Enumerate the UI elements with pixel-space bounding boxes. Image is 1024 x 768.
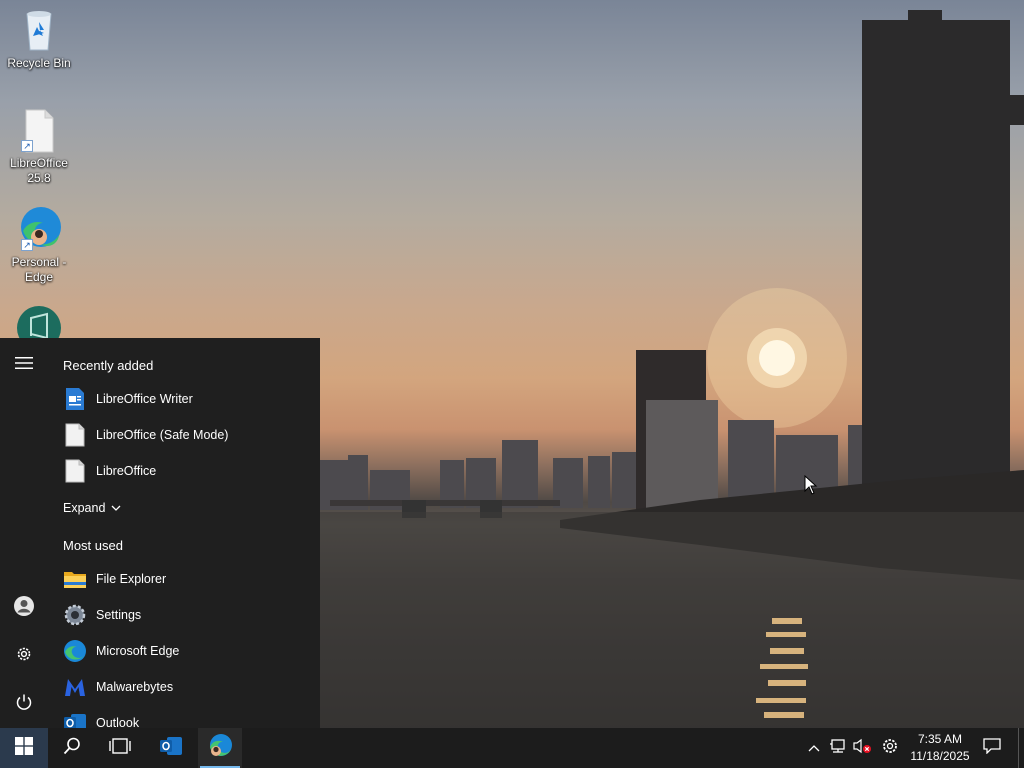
settings-gear-icon	[62, 602, 88, 628]
recently-added-heading: Recently added	[63, 358, 154, 373]
show-hidden-icons-button[interactable]	[804, 738, 824, 758]
clock-time: 7:35 AM	[917, 732, 963, 746]
app-label: Microsoft Edge	[96, 644, 180, 658]
app-libreoffice-writer[interactable]: LibreOffice Writer	[48, 381, 320, 417]
clock-date: 11/18/2025	[910, 749, 970, 763]
windows-start-icon	[15, 736, 33, 760]
desktop-icon-recycle-bin[interactable]: Recycle Bin	[4, 6, 74, 71]
desktop-icon-label: Personal - Edge	[11, 255, 67, 284]
tray-settings-button[interactable]	[880, 738, 900, 758]
desktop-icon-label: Recycle Bin	[7, 56, 71, 70]
app-label: LibreOffice	[96, 464, 157, 478]
notification-icon	[983, 737, 1001, 759]
network-icon	[829, 738, 847, 759]
taskbar-edge-profile-button[interactable]	[198, 728, 242, 768]
mouse-cursor-icon	[804, 474, 818, 500]
taskbar-outlook-button[interactable]	[148, 728, 194, 768]
clock[interactable]: 7:35 AM 11/18/2025	[904, 731, 976, 765]
user-account-icon	[13, 595, 35, 622]
app-libreoffice-safe-mode[interactable]: LibreOffice (Safe Mode)	[48, 417, 320, 453]
shortcut-arrow-icon: ↗	[21, 140, 33, 152]
app-file-explorer[interactable]: File Explorer	[48, 561, 320, 597]
expand-button[interactable]: Expand	[63, 498, 121, 518]
taskbar: 7:35 AM 11/18/2025	[0, 728, 1024, 768]
show-desktop-button[interactable]	[1018, 728, 1024, 768]
settings-gear-icon	[881, 737, 899, 760]
app-malwarebytes[interactable]: Malwarebytes	[48, 669, 320, 705]
desktop-icon-personal-edge[interactable]: ↗ Personal - Edge	[4, 205, 74, 285]
search-icon	[63, 737, 81, 760]
app-libreoffice[interactable]: LibreOffice	[48, 453, 320, 489]
most-used-heading: Most used	[63, 538, 123, 553]
edge-profile-icon: ↗	[15, 205, 63, 253]
desktop-icon-libreoffice[interactable]: ↗ LibreOffice 25.8	[4, 106, 74, 186]
chevron-down-icon	[111, 501, 121, 515]
start-menu-rail	[0, 338, 48, 728]
settings-button[interactable]	[0, 636, 48, 676]
libreoffice-file-icon: ↗	[15, 106, 63, 154]
app-settings[interactable]: Settings	[48, 597, 320, 633]
libreoffice-writer-icon	[62, 386, 88, 412]
outlook-icon	[62, 710, 88, 728]
action-center-button[interactable]	[982, 737, 1002, 759]
app-label: Settings	[96, 608, 142, 622]
user-account-button[interactable]	[0, 588, 48, 628]
start-button[interactable]	[0, 728, 48, 768]
app-microsoft-edge[interactable]: Microsoft Edge	[48, 633, 320, 669]
start-menu: Recently added LibreOffice Writer LibreO…	[0, 338, 320, 728]
chevron-up-icon	[808, 739, 820, 757]
app-label: File Explorer	[96, 572, 167, 586]
folder-icon	[62, 566, 88, 592]
task-view-button[interactable]	[96, 728, 144, 768]
shortcut-arrow-icon: ↗	[21, 239, 33, 251]
settings-icon	[15, 645, 33, 668]
outlook-icon	[159, 734, 183, 763]
start-app-list: Recently added LibreOffice Writer LibreO…	[48, 338, 320, 728]
power-icon	[15, 693, 33, 716]
hamburger-menu-icon	[15, 356, 33, 375]
malwarebytes-icon	[62, 674, 88, 700]
app-label: Malwarebytes	[96, 680, 174, 694]
task-view-icon	[109, 737, 131, 759]
search-button[interactable]	[48, 728, 96, 768]
hamburger-menu-button[interactable]	[0, 345, 48, 385]
recycle-bin-icon	[15, 6, 63, 54]
volume-muted-icon	[852, 738, 872, 759]
libreoffice-doc-icon	[62, 422, 88, 448]
app-outlook[interactable]: Outlook	[48, 705, 320, 728]
power-button[interactable]	[0, 684, 48, 724]
app-label: LibreOffice Writer	[96, 392, 193, 406]
edge-profile-icon	[207, 733, 233, 764]
libreoffice-doc-icon	[62, 458, 88, 484]
desktop-icon-label: LibreOffice 25.8	[10, 156, 68, 185]
volume-button[interactable]	[852, 738, 872, 758]
expand-label: Expand	[63, 501, 106, 515]
app-label: Outlook	[96, 716, 140, 728]
app-label: LibreOffice (Safe Mode)	[96, 428, 229, 442]
edge-icon	[62, 638, 88, 664]
network-button[interactable]	[828, 738, 848, 758]
